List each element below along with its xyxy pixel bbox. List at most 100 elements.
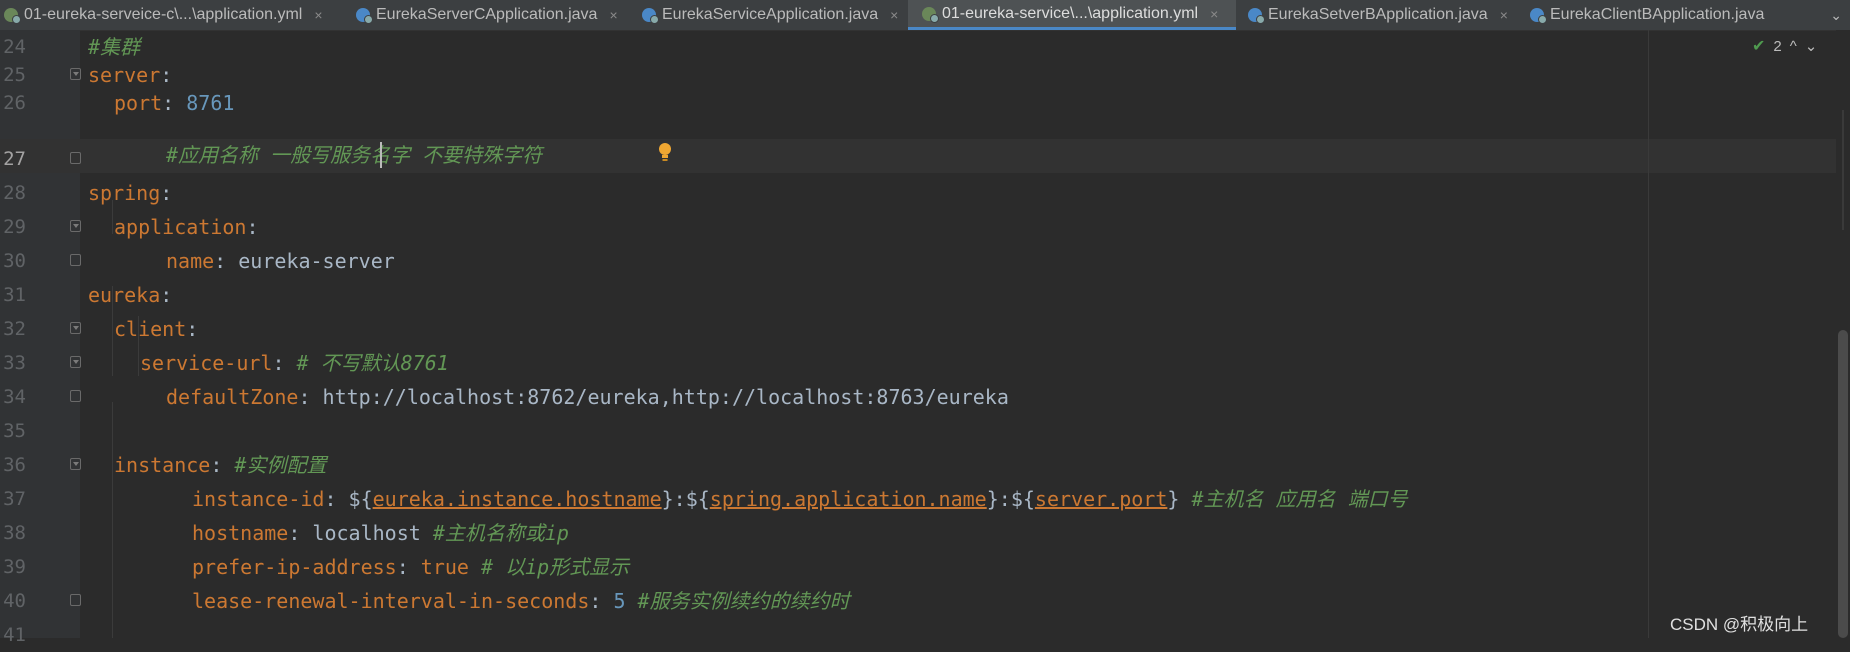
- yaml-key: instance-id: [192, 487, 325, 511]
- line-number: 27: [3, 148, 26, 170]
- code-line-30: 30 name: eureka-server: [0, 244, 1840, 278]
- yaml-key: prefer-ip-address: [192, 555, 397, 579]
- line-number: 36: [3, 454, 26, 476]
- line-number: 38: [3, 522, 26, 544]
- java-class-icon: [642, 8, 659, 24]
- line-number: 32: [3, 318, 26, 340]
- tab-eureka-service-application[interactable]: EurekaServiceApplication.java ×: [642, 0, 898, 30]
- line-number: 40: [3, 590, 26, 612]
- tab-eureka-setver-b-application[interactable]: EurekaSetverBApplication.java ×: [1248, 0, 1508, 30]
- fold-toggle-icon[interactable]: [70, 356, 81, 368]
- fold-end-icon[interactable]: [70, 254, 81, 266]
- code-line-32: 32 client:: [0, 312, 1840, 346]
- tab-label: EurekaSetverBApplication.java: [1268, 6, 1488, 23]
- yml-icon: [922, 6, 939, 23]
- code-line-39: 39 prefer-ip-address: true # 以ip形式显示: [0, 550, 1840, 584]
- code-line-29: 29 application:: [0, 210, 1840, 244]
- tab-eureka-server-c-application[interactable]: EurekaServerCApplication.java ×: [356, 0, 618, 30]
- yaml-key: service-url: [140, 351, 273, 375]
- fold-end-icon[interactable]: [70, 594, 81, 606]
- code-line-35: 35: [0, 414, 1840, 448]
- line-number: 24: [3, 36, 26, 58]
- comment: #实例配置: [234, 453, 327, 477]
- fold-toggle-icon[interactable]: [70, 220, 81, 232]
- yaml-number: 8761: [186, 91, 235, 115]
- tab-label: EurekaClientBApplication.java: [1550, 6, 1765, 23]
- yaml-value: localhost: [312, 521, 421, 545]
- yaml-key: spring: [88, 181, 161, 205]
- lightbulb-icon[interactable]: [657, 142, 673, 164]
- yaml-key: port: [114, 91, 163, 115]
- code-line-41: 41: [0, 618, 1840, 652]
- code-editor[interactable]: 24 #集群 25 server: 26 port: 8761 27 #应用名称…: [0, 30, 1850, 646]
- placeholder-reference[interactable]: eureka.instance.hostname: [373, 487, 662, 511]
- line-number: 26: [3, 92, 26, 114]
- yaml-key: server: [88, 63, 161, 87]
- fold-end-icon[interactable]: [70, 390, 81, 402]
- line-number: 35: [3, 420, 26, 442]
- code-line-31: 31 eureka:: [0, 278, 1840, 312]
- tab-label: 01-eureka-serveice-c\...\application.yml: [24, 6, 303, 23]
- comment: #服务实例续约的续约时: [637, 589, 850, 613]
- tab-label: 01-eureka-service\...\application.yml: [942, 4, 1199, 22]
- yaml-key: application: [114, 215, 247, 239]
- placeholder-reference[interactable]: server.port: [1035, 487, 1167, 511]
- close-icon[interactable]: ×: [890, 7, 898, 23]
- scrollbar-thumb[interactable]: [1838, 330, 1848, 638]
- line-number: 30: [3, 250, 26, 272]
- text-cursor: [380, 142, 382, 168]
- fold-toggle-icon[interactable]: [70, 322, 81, 334]
- comment: #主机名称或ip: [432, 521, 569, 545]
- tab-label: EurekaServiceApplication.java: [662, 6, 879, 23]
- tab-label: EurekaServerCApplication.java: [376, 6, 598, 23]
- inspection-widget[interactable]: ✔ 2 ^ ⌄: [1752, 36, 1817, 56]
- fold-end-icon[interactable]: [70, 152, 81, 164]
- java-class-icon: [1530, 8, 1547, 24]
- fold-toggle-icon[interactable]: [70, 68, 81, 80]
- java-class-icon: [1248, 8, 1265, 24]
- yaml-key: eureka: [88, 283, 161, 307]
- code-line-36: 36 instance: #实例配置: [0, 448, 1840, 482]
- line-number: 28: [3, 182, 26, 204]
- code-line-26: 26 port: 8761: [0, 86, 1840, 120]
- comment: #集群: [88, 35, 141, 59]
- yaml-key: hostname: [192, 521, 289, 545]
- tab-application-yml-service-c[interactable]: 01-eureka-serveice-c\...\application.yml…: [4, 0, 323, 30]
- comment: #主机名 应用名 端口号: [1191, 487, 1408, 511]
- close-icon[interactable]: ×: [1500, 7, 1508, 23]
- yaml-value: http://localhost:8762/eureka,http://loca…: [322, 385, 1009, 409]
- code-line-27: 27 #应用名称 一般写服务名字 不要特殊字符: [0, 142, 1840, 176]
- line-number: 29: [3, 216, 26, 238]
- line-number: 25: [3, 64, 26, 86]
- yaml-key: instance: [114, 453, 211, 477]
- line-number: 41: [3, 624, 26, 646]
- inspection-count: 2: [1773, 37, 1782, 55]
- line-number: 34: [3, 386, 26, 408]
- next-highlight-icon[interactable]: ⌄: [1805, 37, 1818, 55]
- line-number: 31: [3, 284, 26, 306]
- placeholder-reference[interactable]: spring.application.name: [710, 487, 987, 511]
- tab-eureka-client-b-application[interactable]: EurekaClientBApplication.java: [1530, 0, 1764, 30]
- line-number: 37: [3, 488, 26, 510]
- tab-application-yml-service[interactable]: 01-eureka-service\...\application.yml ×: [908, 0, 1236, 30]
- check-icon: ✔: [1752, 38, 1766, 55]
- yaml-boolean: true: [420, 555, 469, 579]
- yaml-value: eureka-server: [238, 249, 395, 273]
- close-icon[interactable]: ×: [609, 7, 617, 23]
- yaml-number: 5: [613, 589, 626, 613]
- code-line-37: 37 instance-id: ${eureka.instance.hostna…: [0, 482, 1840, 516]
- yaml-key: defaultZone: [166, 385, 299, 409]
- yaml-key: lease-renewal-interval-in-seconds: [192, 589, 590, 613]
- previous-highlight-icon[interactable]: ^: [1790, 38, 1797, 55]
- close-icon[interactable]: ×: [1210, 6, 1218, 22]
- watermark: CSDN @积极向上: [1670, 615, 1809, 634]
- comment: # 不写默认8761: [296, 351, 449, 375]
- close-icon[interactable]: ×: [314, 7, 322, 23]
- comment: # 以ip形式显示: [481, 555, 630, 579]
- tab-list-dropdown-icon[interactable]: ⌄: [1830, 0, 1842, 30]
- fold-toggle-icon[interactable]: [70, 458, 81, 470]
- line-number: 39: [3, 556, 26, 578]
- code-line-33: 33 service-url: # 不写默认8761: [0, 346, 1840, 380]
- code-line-38: 38 hostname: localhost #主机名称或ip: [0, 516, 1840, 550]
- yml-icon: [4, 8, 21, 24]
